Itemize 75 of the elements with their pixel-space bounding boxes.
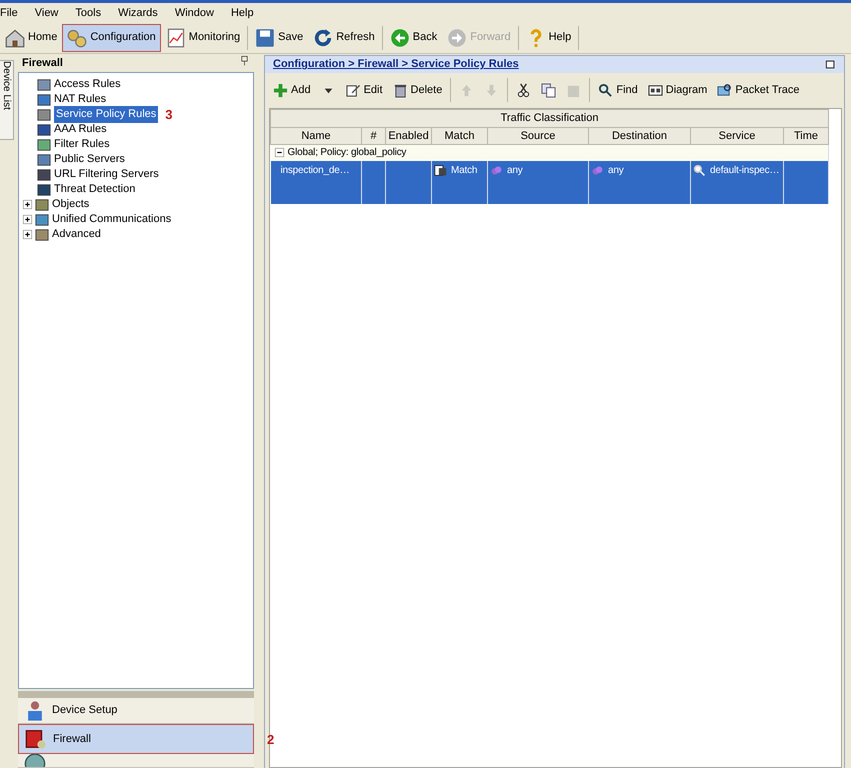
- gears-icon: [67, 28, 88, 48]
- tree-item[interactable]: Threat Detection: [54, 181, 136, 198]
- magnifier-icon: [693, 164, 706, 176]
- column-group-header: Traffic Classification: [270, 110, 829, 127]
- column-header[interactable]: Service: [690, 127, 784, 144]
- toolbar-button[interactable]: Home: [0, 24, 62, 52]
- nav-button[interactable]: Firewall: [18, 724, 254, 754]
- column-header[interactable]: Source: [488, 127, 588, 144]
- panel-title: Firewall: [22, 56, 63, 71]
- firewall-icon: [25, 728, 47, 750]
- column-header[interactable]: Name: [270, 127, 362, 144]
- splitter-handle[interactable]: [18, 691, 254, 698]
- column-header[interactable]: #: [362, 127, 386, 144]
- tree-item[interactable]: Advanced: [52, 226, 101, 243]
- table-row[interactable]: inspection_de… Match any any default-inspec…: [270, 160, 829, 204]
- toolbar-button[interactable]: Edit: [342, 80, 387, 100]
- menu-item[interactable]: File: [0, 3, 27, 22]
- maximize-icon: [825, 59, 836, 70]
- menu-item[interactable]: Window: [174, 3, 223, 22]
- copy-icon: [541, 82, 556, 98]
- tree-item[interactable]: Public Servers: [54, 151, 125, 168]
- toolbar-button[interactable]: Configuration: [62, 24, 161, 52]
- network-object-icon: [490, 164, 503, 176]
- network-object-icon: [591, 164, 604, 176]
- match-icon: [434, 164, 447, 176]
- table-cell-text: any: [507, 164, 523, 178]
- tree-item[interactable]: Objects: [52, 196, 90, 213]
- toolbar-button[interactable]: Find: [594, 80, 642, 100]
- toolbar-button[interactable]: Diagram: [644, 80, 712, 100]
- group-label: Global; Policy: global_policy: [288, 146, 406, 160]
- column-header[interactable]: Time: [784, 127, 829, 144]
- table-cell-text: default-inspec…: [710, 164, 780, 178]
- expand-toggle[interactable]: [23, 230, 32, 239]
- toolbar-button[interactable]: Add: [269, 80, 315, 100]
- scissors-icon: [516, 82, 532, 98]
- collapse-toggle[interactable]: [274, 148, 284, 157]
- expand-toggle[interactable]: [23, 215, 32, 224]
- tree-item[interactable]: AAA Rules: [54, 121, 107, 138]
- tree-item[interactable]: Filter Rules: [54, 136, 110, 153]
- column-header[interactable]: Destination: [588, 127, 690, 144]
- table-cell-text: any: [608, 164, 624, 178]
- menu-item[interactable]: Help: [230, 3, 263, 22]
- tree-item[interactable]: NAT Rules: [54, 91, 106, 108]
- toolbar-button[interactable]: Save: [250, 24, 308, 52]
- callout-number: 3: [165, 106, 172, 124]
- menu-item[interactable]: Wizards: [118, 3, 167, 22]
- trash-icon: [392, 82, 408, 98]
- toolbar-button[interactable]: Monitoring: [160, 24, 246, 52]
- tree-item[interactable]: Service Policy Rules: [54, 106, 158, 123]
- packet-trace-icon: [717, 82, 732, 98]
- diagram-icon: [648, 82, 663, 98]
- refresh-icon: [313, 28, 334, 48]
- toolbar-button[interactable]: Help: [520, 24, 576, 52]
- menu-item[interactable]: Tools: [75, 3, 110, 22]
- pin-icon: [239, 55, 250, 66]
- nav-button[interactable]: Device Setup: [18, 698, 254, 724]
- tree-item[interactable]: Access Rules: [54, 76, 121, 93]
- tree-item[interactable]: Unified Communications: [52, 211, 172, 228]
- search-icon: [598, 82, 614, 98]
- table-cell-text: inspection_de…: [280, 164, 350, 178]
- toolbar-button[interactable]: Packet Trace: [713, 80, 804, 100]
- callout-number: 2: [267, 731, 274, 749]
- column-header[interactable]: Match: [432, 127, 488, 144]
- house-icon: [5, 28, 25, 48]
- toolbar-button[interactable]: Back: [384, 24, 442, 52]
- tree-item[interactable]: URL Filtering Servers: [54, 166, 159, 183]
- chart-icon: [166, 28, 186, 48]
- toolbar-button[interactable]: Delete: [388, 80, 446, 100]
- pencil-icon: [346, 82, 361, 98]
- plus-icon: [273, 82, 288, 98]
- column-header[interactable]: Enabled: [386, 127, 432, 144]
- toolbar-button[interactable]: Refresh: [308, 24, 380, 52]
- expand-toggle[interactable]: [23, 200, 32, 209]
- menu-item[interactable]: View: [34, 3, 68, 22]
- table-cell-text: Match: [451, 164, 478, 178]
